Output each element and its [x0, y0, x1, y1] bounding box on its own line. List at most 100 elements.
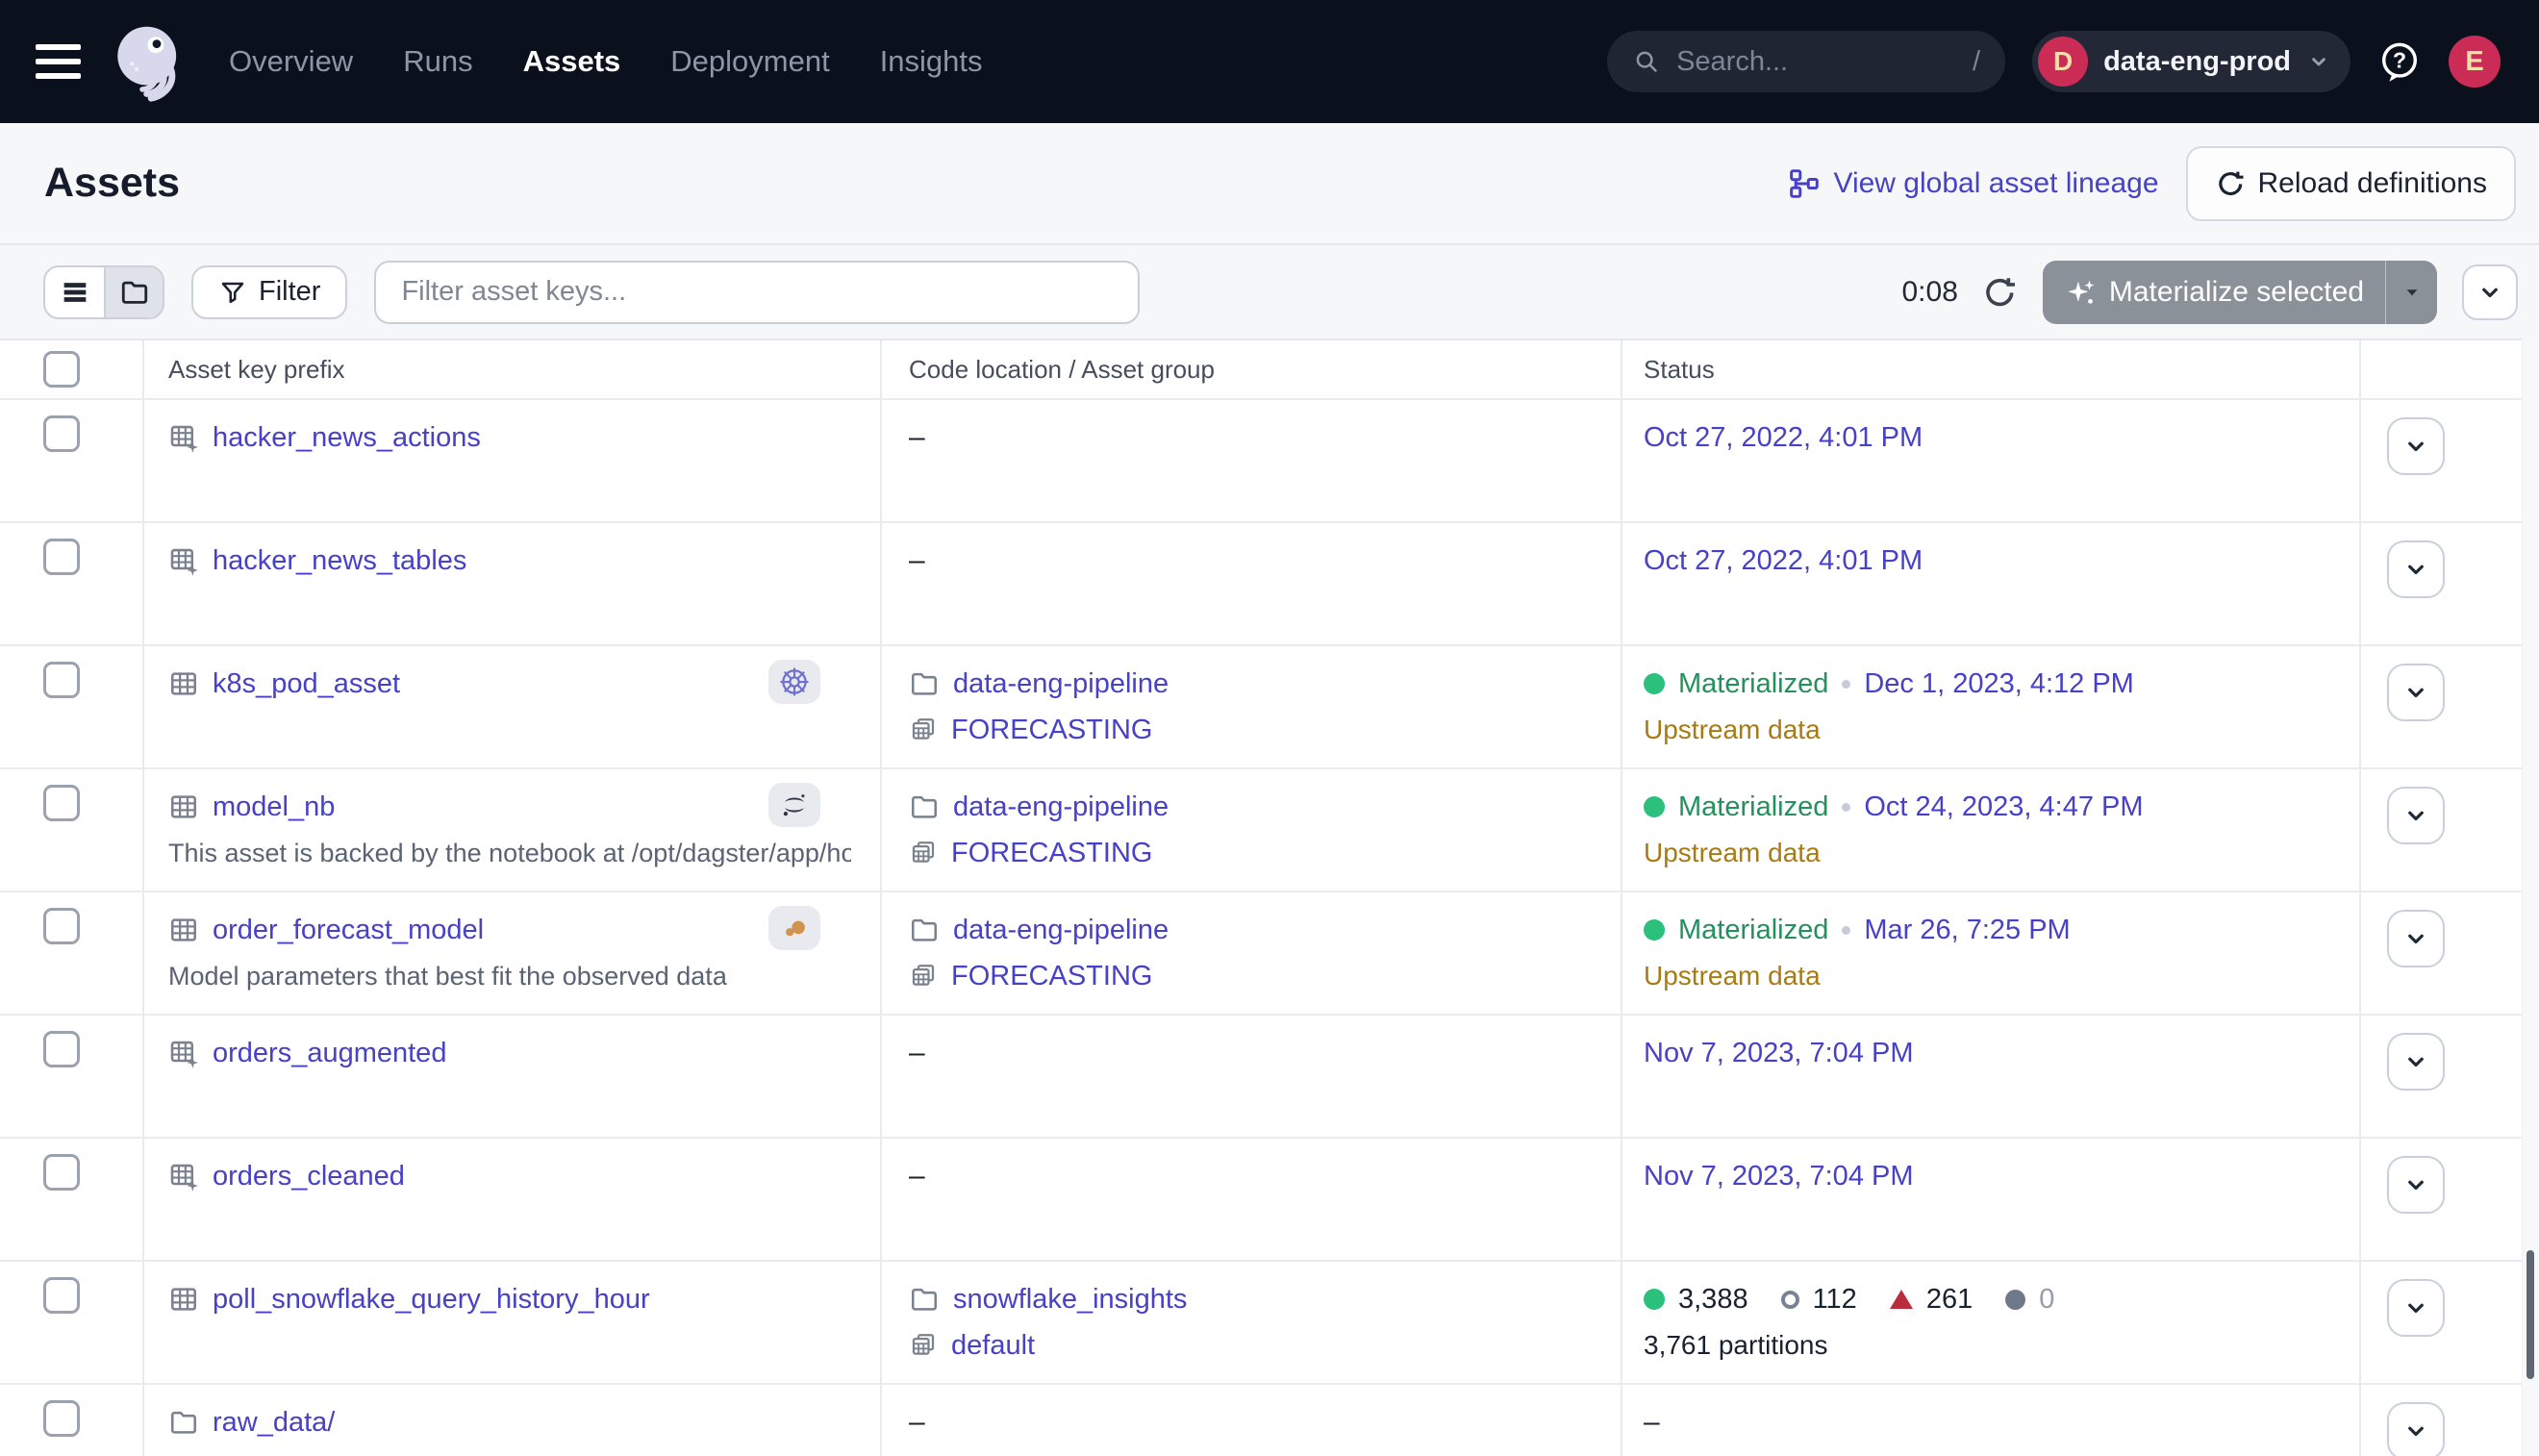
row-expand-button[interactable]	[2387, 1033, 2445, 1091]
partition-success-marker	[1644, 1289, 1665, 1310]
asset-kind-badge	[768, 660, 820, 704]
filter-button[interactable]: Filter	[191, 265, 347, 319]
table-row: poll_snowflake_query_history_hour snowfl…	[0, 1262, 2539, 1385]
row-checkbox[interactable]	[43, 1400, 80, 1437]
organization-switcher[interactable]: D data-eng-prod	[2032, 31, 2350, 92]
filter-asset-keys-input[interactable]	[374, 261, 1140, 324]
folder-view-button[interactable]	[104, 267, 163, 317]
row-checkbox[interactable]	[43, 908, 80, 944]
help-icon[interactable]: ?	[2377, 39, 2422, 84]
asset-group-icon	[909, 962, 938, 991]
refresh-icon	[1981, 274, 2018, 311]
chevron-down-icon	[2306, 49, 2331, 74]
table-icon	[168, 668, 199, 699]
materialization-date-link[interactable]: Nov 7, 2023, 7:04 PM	[1644, 1161, 1914, 1192]
scrollbar-track[interactable]	[2522, 339, 2539, 1456]
view-global-asset-lineage-link[interactable]: View global asset lineage	[1788, 167, 2158, 200]
asset-name-link[interactable]: k8s_pod_asset	[213, 668, 400, 700]
asset-name-link[interactable]: hacker_news_actions	[213, 422, 481, 454]
materialized-status-label: Materialized	[1678, 668, 1828, 700]
top-navigation-bar: Overview Runs Assets Deployment Insights Sea…	[0, 0, 2539, 123]
nav-item-insights[interactable]: Insights	[880, 44, 983, 79]
asset-name-link[interactable]: orders_augmented	[213, 1038, 446, 1069]
list-view-icon	[60, 277, 90, 308]
global-search-input[interactable]: Search... /	[1607, 31, 2005, 92]
code-location-link[interactable]: data-eng-pipeline	[953, 791, 1169, 823]
list-view-button[interactable]	[45, 267, 104, 317]
row-expand-button[interactable]	[2387, 910, 2445, 967]
asset-name-link[interactable]: poll_snowflake_query_history_hour	[213, 1284, 650, 1316]
materialize-selected-button[interactable]: Materialize selected	[2043, 261, 2437, 324]
row-expand-button[interactable]	[2387, 1279, 2445, 1337]
partition-failed-count: 261	[1926, 1284, 1973, 1316]
partition-missing-marker	[1781, 1291, 1799, 1309]
materialize-options-caret[interactable]	[2385, 261, 2437, 324]
refresh-icon	[2215, 168, 2246, 199]
asset-group-link[interactable]: default	[951, 1330, 1035, 1362]
more-actions-button[interactable]	[2462, 264, 2518, 320]
materialization-date-link[interactable]: Mar 26, 7:25 PM	[1864, 915, 2070, 946]
chevron-down-icon	[2401, 555, 2430, 584]
asset-description: Model parameters that best fit the obser…	[168, 962, 727, 992]
asset-group-icon	[909, 715, 938, 744]
dagster-logo-icon	[104, 19, 189, 104]
code-location-link[interactable]: data-eng-pipeline	[953, 915, 1169, 946]
status-note: 3,761 partitions	[1644, 1330, 1827, 1361]
asset-group-link[interactable]: FORECASTING	[951, 838, 1152, 869]
table-row: raw_data/––	[0, 1385, 2539, 1456]
row-expand-button[interactable]	[2387, 664, 2445, 721]
separator-dot	[1842, 803, 1850, 812]
row-checkbox[interactable]	[43, 662, 80, 698]
assets-toolbar: Filter 0:08 Materialize selected	[0, 245, 2539, 339]
refresh-button[interactable]	[1981, 274, 2018, 311]
row-checkbox[interactable]	[43, 785, 80, 821]
scrollbar-thumb[interactable]	[2526, 1250, 2534, 1379]
asset-name-link[interactable]: orders_cleaned	[213, 1161, 405, 1192]
code-location-link[interactable]: data-eng-pipeline	[953, 668, 1169, 700]
folder-icon	[909, 791, 940, 822]
lineage-link-label: View global asset lineage	[1833, 167, 2158, 200]
asset-name-link[interactable]: raw_data/	[213, 1407, 335, 1439]
code-location-link[interactable]: snowflake_insights	[953, 1284, 1187, 1316]
menu-icon[interactable]	[36, 44, 81, 79]
user-avatar[interactable]: E	[2449, 36, 2501, 88]
table-row: hacker_news_actions–Oct 27, 2022, 4:01 P…	[0, 400, 2539, 523]
row-expand-button[interactable]	[2387, 417, 2445, 475]
asset-kind-badge	[768, 783, 820, 827]
materialization-date-link[interactable]: Oct 27, 2022, 4:01 PM	[1644, 545, 1923, 577]
row-checkbox[interactable]	[43, 1031, 80, 1067]
asset-name-link[interactable]: order_forecast_model	[213, 915, 484, 946]
filter-button-label: Filter	[259, 276, 320, 308]
row-checkbox[interactable]	[43, 1277, 80, 1314]
table-row: order_forecast_model Model parameters tha…	[0, 892, 2539, 1016]
materialization-date-link[interactable]: Dec 1, 2023, 4:12 PM	[1864, 668, 2134, 700]
row-expand-button[interactable]	[2387, 1156, 2445, 1214]
materialization-date-link[interactable]: Nov 7, 2023, 7:04 PM	[1644, 1038, 1914, 1069]
column-header-status: Status	[1621, 340, 2359, 398]
nav-item-assets[interactable]: Assets	[523, 44, 621, 79]
nav-item-runs[interactable]: Runs	[403, 44, 472, 79]
asset-group-link[interactable]: FORECASTING	[951, 715, 1152, 746]
table-row: orders_cleaned–Nov 7, 2023, 7:04 PM	[0, 1139, 2539, 1262]
select-all-checkbox[interactable]	[43, 351, 80, 388]
page-header: Assets View global asset lineage Reload …	[0, 123, 2539, 245]
row-checkbox[interactable]	[43, 539, 80, 575]
search-shortcut-hint: /	[1973, 46, 1980, 78]
reload-definitions-button[interactable]: Reload definitions	[2186, 146, 2517, 221]
materialization-date-link[interactable]: Oct 27, 2022, 4:01 PM	[1644, 422, 1923, 454]
page-title: Assets	[44, 160, 180, 207]
asset-group-link[interactable]: FORECASTING	[951, 961, 1152, 992]
row-expand-button[interactable]	[2387, 1402, 2445, 1456]
org-avatar: D	[2038, 37, 2088, 87]
row-checkbox[interactable]	[43, 1154, 80, 1191]
search-placeholder: Search...	[1676, 46, 1957, 78]
row-expand-button[interactable]	[2387, 540, 2445, 598]
asset-name-link[interactable]: model_nb	[213, 791, 335, 823]
nav-item-deployment[interactable]: Deployment	[670, 44, 829, 79]
row-expand-button[interactable]	[2387, 787, 2445, 844]
filter-funnel-icon	[218, 278, 247, 307]
nav-item-overview[interactable]: Overview	[229, 44, 353, 79]
asset-name-link[interactable]: hacker_news_tables	[213, 545, 466, 577]
row-checkbox[interactable]	[43, 415, 80, 452]
materialization-date-link[interactable]: Oct 24, 2023, 4:47 PM	[1864, 791, 2143, 823]
